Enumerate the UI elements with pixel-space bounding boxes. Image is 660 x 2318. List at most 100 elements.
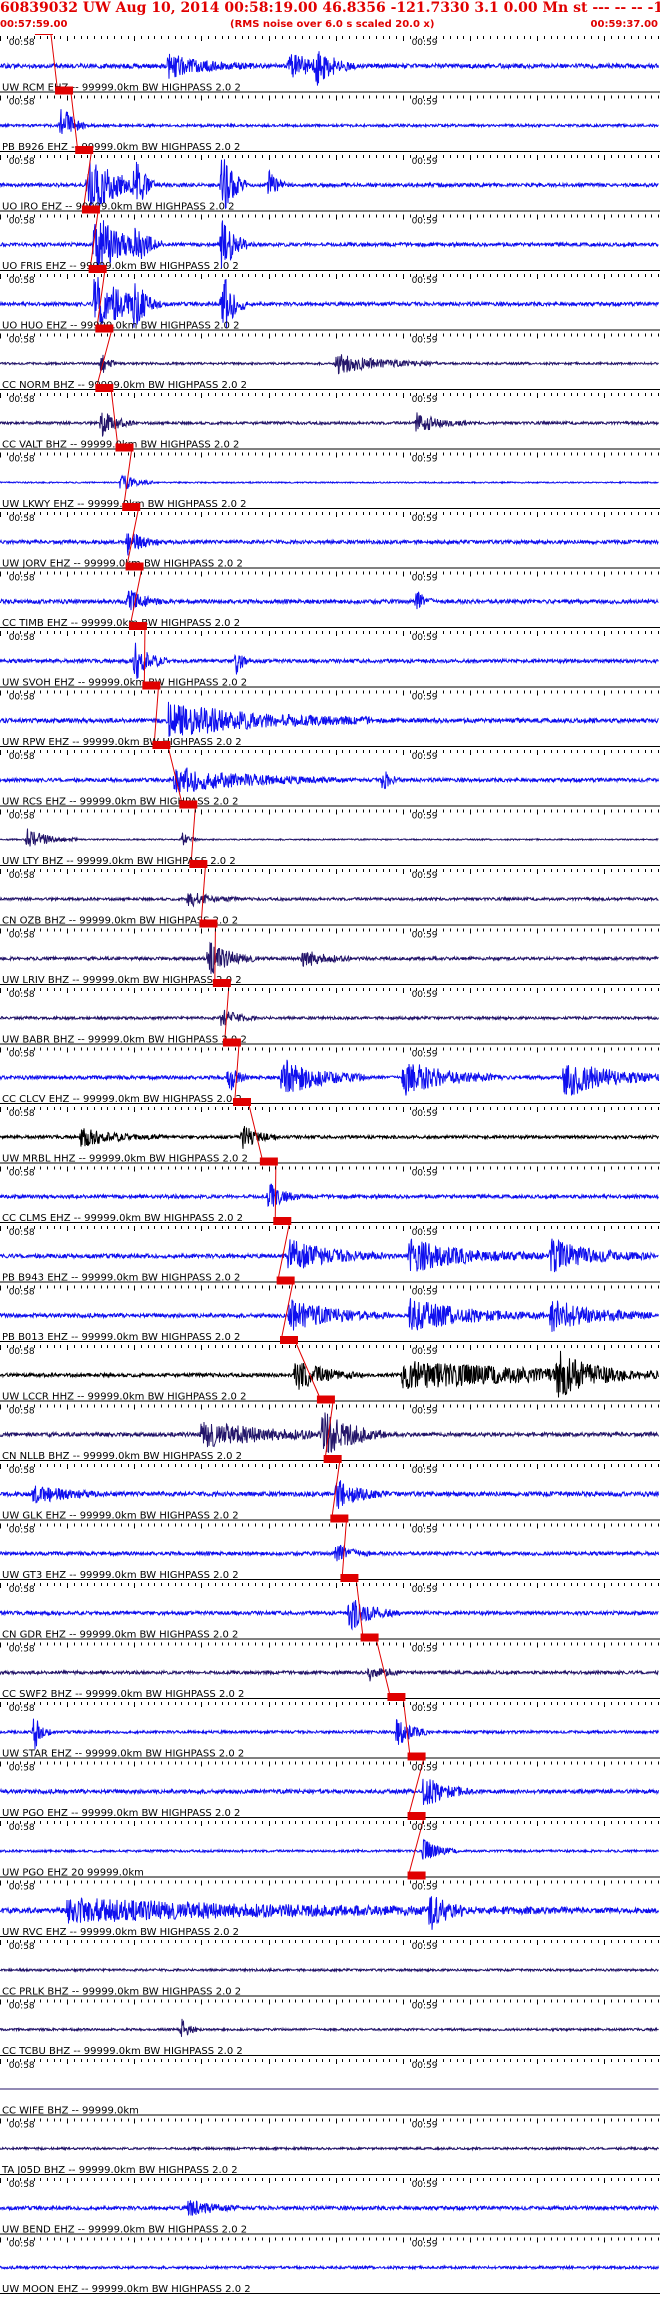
- trace-35: TA J05D BHZ -- 99999.0km BW HIGHPASS 2.0…: [0, 2145, 660, 2176]
- tick-row: [0, 95, 659, 101]
- time-tick-label: 00:58: [9, 1823, 35, 1833]
- tick-row: [0, 690, 659, 696]
- time-tick-label: 00:59: [412, 1466, 438, 1476]
- time-tick-label: 00:58: [9, 1585, 35, 1595]
- pick-marker: [55, 86, 74, 95]
- moveout-line: [96, 331, 112, 385]
- time-tick-label: 00:58: [9, 395, 35, 405]
- waveform: [0, 1238, 659, 1273]
- pick-marker: [142, 681, 161, 690]
- pick-marker: [387, 1693, 406, 1701]
- tick-row: [0, 36, 659, 41]
- tick-row: [0, 1226, 659, 1231]
- tick-row: [0, 1464, 659, 1469]
- tick-row: [0, 1642, 659, 1648]
- time-tick-label: 00:59: [412, 1526, 438, 1536]
- time-tick-label: 00:58: [9, 1228, 35, 1238]
- waveform: [0, 2200, 659, 2217]
- time-tick-label: 00:58: [9, 2121, 35, 2131]
- tick-row: [0, 571, 659, 577]
- time-tick-label: 00:59: [412, 871, 438, 881]
- waveform: [0, 1412, 659, 1453]
- time-tick-label: 00:59: [412, 931, 438, 941]
- time-tick-label: 00:59: [412, 1585, 438, 1595]
- moveout-line: [153, 688, 159, 742]
- time-tick-label: 00:59: [412, 1942, 438, 1952]
- trace-37: UW MOON EHZ -- 99999.0km BW HIGHPASS 2.0…: [0, 2264, 660, 2295]
- tick-row: [0, 809, 659, 815]
- waveform: [0, 828, 659, 847]
- time-tick-label: 00:58: [9, 1169, 35, 1179]
- noise-note: (RMS noise over 6.0 s scaled 20.0 x): [230, 19, 435, 30]
- pick-marker: [122, 503, 141, 511]
- tick-row: [0, 452, 659, 458]
- waveform: [0, 892, 659, 908]
- time-tick-label: 00:59: [412, 574, 438, 584]
- pick-marker: [276, 1276, 295, 1285]
- time-tick-label: 00:58: [9, 752, 35, 762]
- tick-row: [0, 1523, 659, 1529]
- tick-row: [0, 214, 659, 220]
- time-tick-label: 00:59: [412, 98, 438, 108]
- tick-row: [0, 333, 659, 339]
- time-tick-label: 00:59: [412, 157, 438, 167]
- pick-marker: [273, 1217, 292, 1225]
- time-tick-label: 00:59: [412, 1288, 438, 1298]
- tick-row: [0, 988, 659, 993]
- time-tick-label: 00:58: [9, 1109, 35, 1119]
- moveout-line: [143, 628, 146, 682]
- tick-row: [0, 1821, 659, 1826]
- time-tick-label: 00:58: [9, 1942, 35, 1952]
- time-tick-label: 00:58: [9, 1050, 35, 1060]
- waveform: [0, 412, 659, 437]
- pick-marker: [125, 562, 144, 571]
- pick-marker: [95, 384, 114, 392]
- pick-marker: [323, 1455, 342, 1463]
- time-tick-label: 00:58: [9, 693, 35, 703]
- time-tick-label: 00:59: [412, 1883, 438, 1893]
- event-title: 60839032 UW Aug 10, 2014 00:58:19.00 46.…: [0, 0, 660, 16]
- waveform: [0, 590, 659, 611]
- pick-marker: [199, 919, 218, 928]
- time-tick-label: 00:59: [412, 1645, 438, 1655]
- time-tick-label: 00:59: [412, 812, 438, 822]
- tick-row: [0, 393, 659, 398]
- waveform: [0, 767, 659, 793]
- time-tick-label: 00:58: [9, 1645, 35, 1655]
- waveform: [0, 1298, 659, 1332]
- time-tick-label: 00:58: [9, 633, 35, 643]
- waveform: [0, 1009, 659, 1026]
- pick-marker: [152, 741, 171, 749]
- pick-marker: [222, 1038, 241, 1047]
- time-tick-label: 00:58: [9, 1764, 35, 1774]
- time-tick-label: 00:59: [412, 2002, 438, 2012]
- time-tick-label: 00:59: [412, 2121, 438, 2131]
- time-tick-label: 00:58: [9, 871, 35, 881]
- time-tick-label: 00:58: [9, 1288, 35, 1298]
- trace-0: UW RCM EHZ -- 99999.0km BW HIGHPASS 2.0 …: [0, 34, 660, 94]
- pick-marker: [115, 443, 134, 452]
- moveout-line: [274, 1164, 277, 1218]
- tick-row: [0, 1880, 659, 1886]
- pick-marker: [34, 34, 53, 35]
- pick-marker: [128, 622, 147, 630]
- time-tick-label: 00:59: [412, 693, 438, 703]
- trace-32: CC PRLK BHZ -- 99999.0km BW HIGHPASS 2.0…: [0, 1966, 660, 1998]
- moveout-line: [110, 390, 118, 444]
- tick-row: [0, 155, 659, 160]
- moveout-line: [278, 1223, 290, 1277]
- moveout-line: [376, 1640, 390, 1694]
- trace-34: CC WIFE BHZ -- 99999.0km: [0, 2088, 660, 2117]
- pick-marker: [189, 860, 208, 868]
- time-tick-label: 00:59: [412, 2180, 438, 2190]
- time-tick-label: 00:58: [9, 2061, 35, 2071]
- time-tick-label: 00:59: [412, 336, 438, 346]
- waveform: [0, 533, 659, 556]
- waveform: [0, 1838, 659, 1860]
- waveform: [0, 1183, 659, 1207]
- pick-marker: [340, 1574, 359, 1582]
- time-tick-label: 00:58: [9, 1466, 35, 1476]
- waveform: [0, 1059, 659, 1096]
- time-tick-label: 00:58: [9, 1526, 35, 1536]
- time-tick-label: 00:59: [412, 2061, 438, 2071]
